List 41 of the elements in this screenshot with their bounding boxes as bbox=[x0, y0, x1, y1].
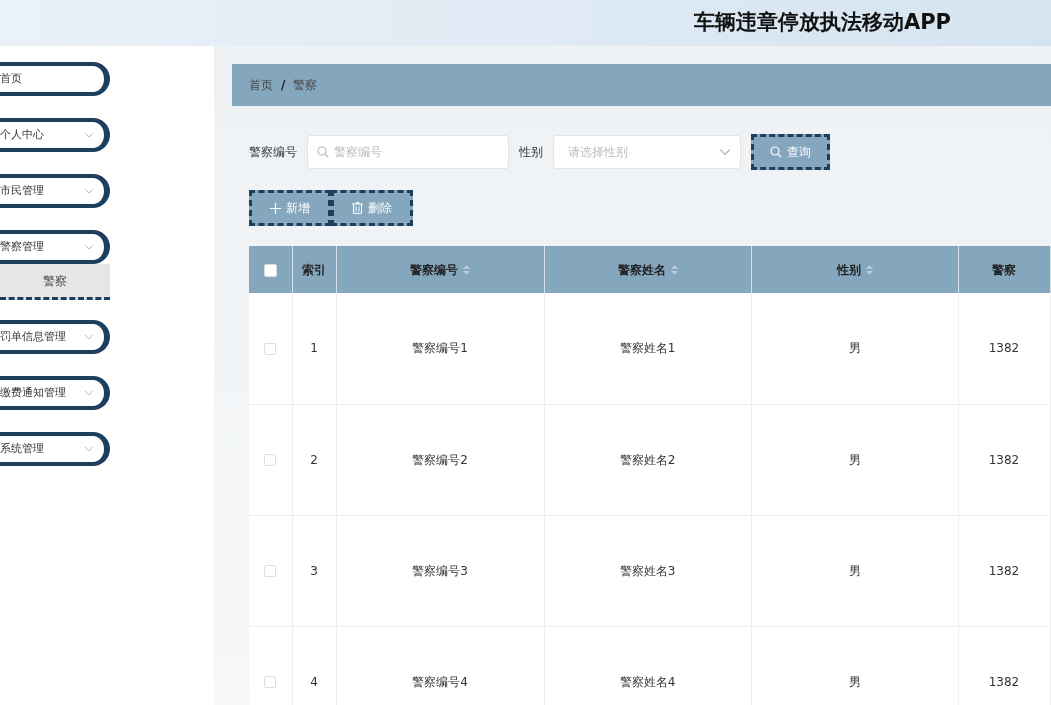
breadcrumb-separator: / bbox=[281, 77, 286, 94]
table-cell: 1382 bbox=[958, 404, 1050, 515]
app-title: 车辆违章停放执法移动APP bbox=[693, 9, 951, 37]
table-cell: 警察编号2 bbox=[336, 404, 544, 515]
table-cell: 1382 bbox=[958, 626, 1050, 705]
sidebar-menu-item[interactable]: 市民管理 bbox=[0, 174, 110, 208]
table-cell: 2 bbox=[292, 404, 336, 515]
column-header[interactable]: 警察姓名 bbox=[544, 246, 751, 293]
table-cell: 1382 bbox=[958, 293, 1050, 404]
breadcrumb-link[interactable]: 首页 bbox=[249, 76, 273, 94]
sidebar-submenu-item[interactable]: 警察 bbox=[0, 264, 110, 300]
sidebar-menu-item[interactable]: 警察管理 bbox=[0, 230, 110, 264]
table-cell: 1 bbox=[292, 293, 336, 404]
table-cell: 警察姓名1 bbox=[544, 293, 751, 404]
column-header: 警察 bbox=[958, 246, 1050, 293]
sidebar-menu-item[interactable]: 个人中心 bbox=[0, 118, 110, 152]
table-cell: 男 bbox=[751, 293, 958, 404]
table-cell: 警察姓名4 bbox=[544, 626, 751, 705]
column-header: 索引 bbox=[292, 246, 336, 293]
table-cell: 男 bbox=[751, 626, 958, 705]
field-label: 警察编号 bbox=[249, 144, 297, 161]
sidebar-menu-item[interactable]: 系统管理 bbox=[0, 432, 110, 466]
table-cell: 男 bbox=[751, 404, 958, 515]
sidebar-menu-item[interactable]: 罚单信息管理 bbox=[0, 320, 110, 354]
table-cell: 警察编号1 bbox=[336, 293, 544, 404]
breadcrumb-link[interactable]: 警察 bbox=[293, 76, 318, 94]
sidebar-menu-item[interactable]: 首页 bbox=[0, 62, 110, 96]
table-cell: 警察编号3 bbox=[336, 515, 544, 626]
column-header[interactable]: 性别 bbox=[751, 246, 958, 293]
column-header[interactable]: 警察编号 bbox=[336, 246, 544, 293]
table-cell: 男 bbox=[751, 515, 958, 626]
table-cell: 3 bbox=[292, 515, 336, 626]
search-field[interactable]: 警察编号 bbox=[307, 135, 509, 169]
table-cell: 警察姓名2 bbox=[544, 404, 751, 515]
table-cell: 警察编号4 bbox=[336, 626, 544, 705]
select-field[interactable]: 请选择性别 bbox=[553, 135, 741, 169]
table-cell: 警察姓名3 bbox=[544, 515, 751, 626]
table-cell: 4 bbox=[292, 626, 336, 705]
table-cell: 1382 bbox=[958, 515, 1050, 626]
sidebar-menu-item[interactable]: 缴费通知管理 bbox=[0, 376, 110, 410]
field-label: 性别 bbox=[519, 144, 543, 161]
